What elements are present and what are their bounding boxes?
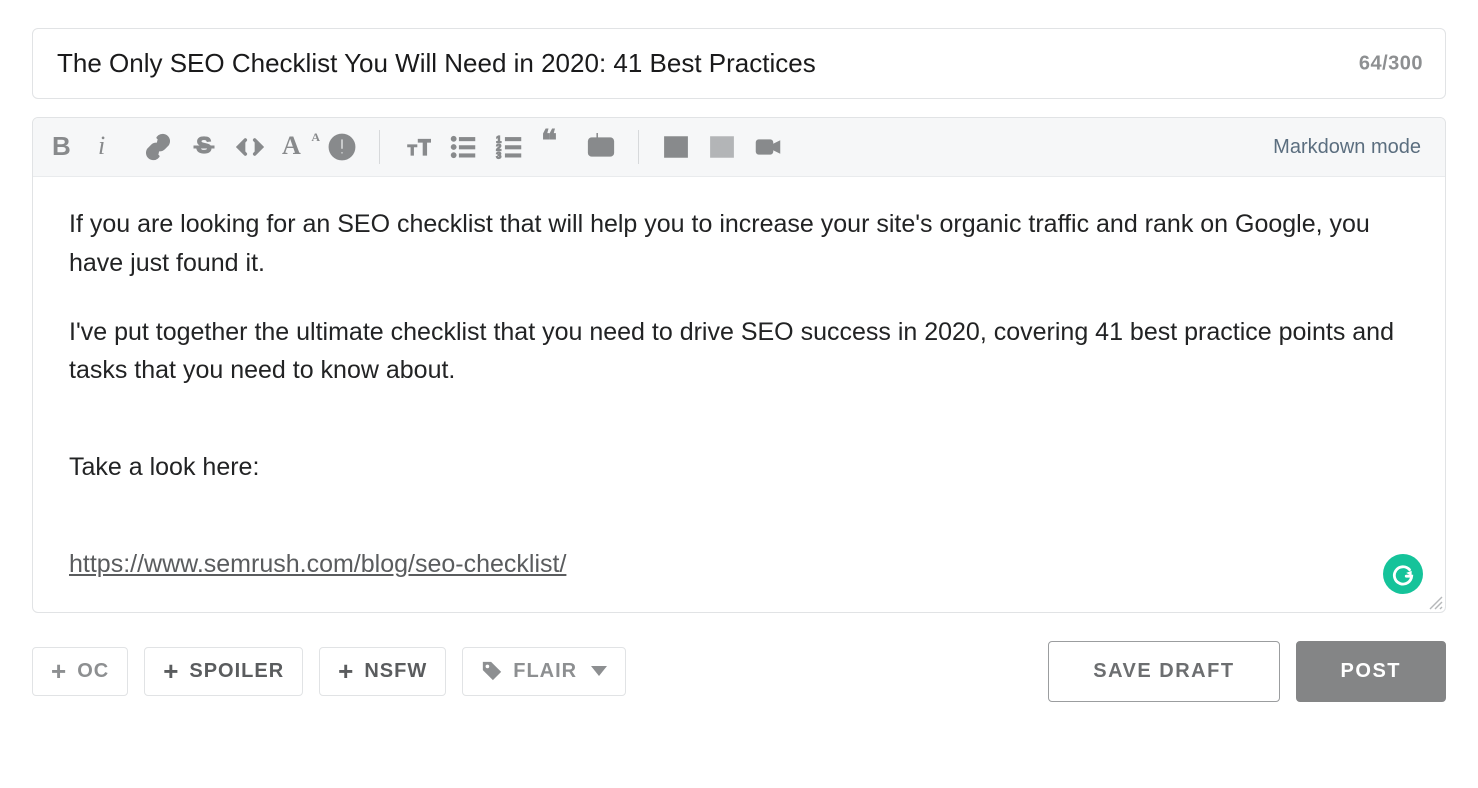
plus-icon: + xyxy=(163,661,179,682)
svg-text:T: T xyxy=(418,135,431,160)
oc-tag-button[interactable]: + OC xyxy=(32,647,128,696)
body-paragraph: I've put together the ultimate checklist… xyxy=(69,313,1409,391)
title-field-container: 64/300 xyxy=(32,28,1446,99)
spoiler-icon[interactable] xyxy=(325,130,359,164)
body-paragraph: Take a look here: xyxy=(69,448,1409,487)
body-link[interactable]: https://www.semrush.com/blog/seo-checkli… xyxy=(69,550,566,578)
flair-label: FLAIR xyxy=(513,660,577,683)
spoiler-label: SPOILER xyxy=(189,660,284,683)
inline-code-icon[interactable] xyxy=(233,130,267,164)
link-icon[interactable] xyxy=(141,130,175,164)
video-icon[interactable] xyxy=(751,130,785,164)
svg-text:3: 3 xyxy=(496,151,501,161)
oc-label: OC xyxy=(77,660,109,683)
nsfw-tag-button[interactable]: + NSFW xyxy=(319,647,446,696)
flair-tag-button[interactable]: FLAIR xyxy=(462,647,626,696)
body-paragraph: If you are looking for an SEO checklist … xyxy=(69,205,1409,283)
bold-icon[interactable]: B xyxy=(49,130,83,164)
nsfw-label: NSFW xyxy=(364,660,427,683)
numbered-list-icon[interactable]: 1 2 3 xyxy=(492,130,526,164)
title-char-count: 64/300 xyxy=(1359,52,1423,75)
heading-icon[interactable]: TT xyxy=(400,130,434,164)
table-icon[interactable] xyxy=(659,130,693,164)
resize-handle-icon[interactable] xyxy=(1427,594,1443,610)
post-button[interactable]: POST xyxy=(1296,641,1446,702)
chevron-down-icon xyxy=(591,666,607,676)
grammarly-icon[interactable] xyxy=(1383,554,1423,594)
svg-text:S: S xyxy=(196,133,212,158)
plus-icon: + xyxy=(338,661,354,682)
editor-card: B i S AA xyxy=(32,117,1446,613)
post-body-editor[interactable]: If you are looking for an SEO checklist … xyxy=(33,177,1445,612)
toolbar-separator xyxy=(638,130,639,164)
svg-text:T: T xyxy=(594,133,601,141)
bullet-list-icon[interactable] xyxy=(446,130,480,164)
post-actions-row: + OC + SPOILER + NSFW FLAIR SAVE DRAFT P… xyxy=(32,641,1446,702)
spoiler-tag-button[interactable]: + SPOILER xyxy=(144,647,303,696)
svg-text:T: T xyxy=(408,142,418,159)
markdown-mode-link[interactable]: Markdown mode xyxy=(1273,136,1429,159)
superscript-icon[interactable]: AA xyxy=(279,130,313,164)
tag-icon xyxy=(481,660,503,682)
editor-toolbar: B i S AA xyxy=(33,118,1445,177)
image-icon[interactable] xyxy=(705,130,739,164)
plus-icon: + xyxy=(51,661,67,682)
quote-icon[interactable]: ❝ xyxy=(538,130,572,164)
post-title-input[interactable] xyxy=(55,47,1423,80)
italic-icon[interactable]: i xyxy=(95,130,129,164)
save-draft-button[interactable]: SAVE DRAFT xyxy=(1048,641,1279,702)
toolbar-separator xyxy=(379,130,380,164)
strikethrough-icon[interactable]: S xyxy=(187,130,221,164)
code-block-icon[interactable]: T xyxy=(584,130,618,164)
